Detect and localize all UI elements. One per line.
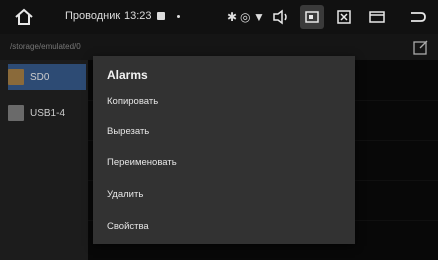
menu-item-cut[interactable]: Вырезать: [93, 119, 355, 143]
close-box-icon[interactable]: [332, 5, 356, 29]
app-title: Проводник: [65, 10, 121, 22]
menu-item-delete[interactable]: Удалить: [93, 182, 355, 206]
notification-dot: [177, 15, 180, 18]
current-path: /storage/emulated/0: [10, 42, 81, 51]
sidebar-item-usb1-4[interactable]: USB1-4: [8, 100, 86, 126]
menu-item-label: Вырезать: [107, 125, 150, 137]
window-icon[interactable]: [365, 5, 389, 29]
context-menu-dialog: Alarms Копировать Вырезать Переименовать…: [93, 56, 355, 244]
location-icon: ◎: [240, 10, 251, 24]
menu-item-rename[interactable]: Переименовать: [93, 150, 355, 174]
volume-icon[interactable]: [269, 5, 293, 29]
storage-sidebar: SD0 USB1-4: [0, 60, 88, 260]
back-icon[interactable]: [405, 5, 429, 29]
sd-card-icon: [8, 69, 24, 85]
usb-drive-icon: [8, 105, 24, 121]
screenshot-icon[interactable]: [300, 5, 324, 29]
menu-item-label: Удалить: [107, 188, 144, 200]
wifi-icon: ▼: [253, 10, 265, 24]
sidebar-item-sd0[interactable]: SD0: [8, 64, 86, 90]
sidebar-item-label: USB1-4: [30, 107, 66, 119]
menu-item-copy[interactable]: Копировать: [93, 89, 355, 113]
edit-icon[interactable]: [412, 38, 430, 56]
menu-item-properties[interactable]: Свойства: [93, 214, 355, 238]
home-icon[interactable]: [14, 7, 34, 27]
sidebar-item-label: SD0: [30, 71, 50, 83]
menu-item-label: Копировать: [107, 95, 159, 107]
bluetooth-icon: ✱: [227, 10, 238, 24]
status-bar: Проводник 13:23 ✱ ◎ ▼: [0, 0, 438, 34]
menu-item-label: Свойства: [107, 220, 149, 232]
dialog-title: Alarms: [107, 68, 148, 82]
notification-icon: [157, 12, 165, 20]
clock: 13:23: [124, 10, 152, 22]
menu-item-label: Переименовать: [107, 156, 177, 168]
